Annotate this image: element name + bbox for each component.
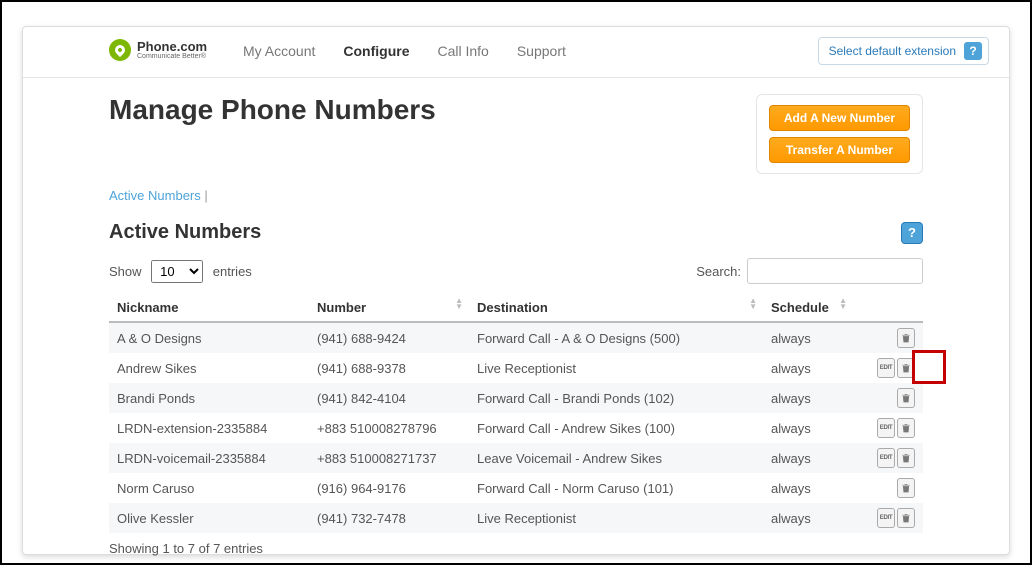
cell-nickname: Norm Caruso (109, 473, 309, 503)
cell-destination: Live Receptionist (469, 353, 763, 383)
brand-logo: Phone.com Communicate Better® (109, 39, 207, 61)
cell-nickname: A & O Designs (109, 322, 309, 353)
cell-schedule: always (763, 443, 853, 473)
col-destination[interactable]: Destination▲▼ (469, 294, 763, 322)
cell-number: +883 510008271737 (309, 443, 469, 473)
default-extension-select[interactable]: Select default extension ? (818, 37, 989, 65)
cell-destination: Forward Call - Norm Caruso (101) (469, 473, 763, 503)
cell-actions (853, 322, 923, 353)
col-number[interactable]: Number▲▼ (309, 294, 469, 322)
col-nickname[interactable]: Nickname (109, 294, 309, 322)
help-icon[interactable]: ? (964, 42, 982, 60)
cell-number: (941) 732-7478 (309, 503, 469, 533)
nav-item[interactable]: Support (517, 43, 566, 59)
cell-number: (941) 842-4104 (309, 383, 469, 413)
table-row: LRDN-extension-2335884+883 510008278796F… (109, 413, 923, 443)
action-panel: Add A New Number Transfer A Number (756, 94, 923, 174)
cell-schedule: always (763, 322, 853, 353)
cell-destination: Forward Call - Andrew Sikes (100) (469, 413, 763, 443)
cell-actions: EDIT (853, 413, 923, 443)
search-label: Search: (696, 264, 741, 279)
table-row: Norm Caruso(916) 964-9176Forward Call - … (109, 473, 923, 503)
entries-select[interactable]: 102550100 (151, 260, 203, 283)
table-row: Andrew Sikes(941) 688-9378Live Reception… (109, 353, 923, 383)
cell-nickname: Brandi Ponds (109, 383, 309, 413)
cell-number: (916) 964-9176 (309, 473, 469, 503)
cell-number: (941) 688-9378 (309, 353, 469, 383)
sort-icon: ▲▼ (839, 298, 847, 310)
add-number-button[interactable]: Add A New Number (769, 105, 910, 131)
cell-actions: EDIT (853, 353, 923, 383)
trash-icon[interactable] (897, 508, 915, 528)
section-title: Active Numbers (109, 221, 261, 244)
entries-control: Show 102550100 entries (109, 260, 252, 283)
edit-icon[interactable]: EDIT (877, 358, 895, 378)
cell-schedule: always (763, 353, 853, 383)
cell-nickname: Olive Kessler (109, 503, 309, 533)
breadcrumb-link[interactable]: Active Numbers (109, 188, 201, 203)
cell-actions (853, 383, 923, 413)
search-input[interactable] (747, 258, 923, 284)
logo-icon (109, 39, 131, 61)
breadcrumb-sep: | (204, 188, 207, 203)
table-row: A & O Designs(941) 688-9424Forward Call … (109, 322, 923, 353)
ext-select-label: Select default extension (829, 44, 956, 58)
trash-icon[interactable] (897, 448, 915, 468)
cell-destination: Forward Call - A & O Designs (500) (469, 322, 763, 353)
table-row: Brandi Ponds(941) 842-4104Forward Call -… (109, 383, 923, 413)
page-title: Manage Phone Numbers (109, 94, 436, 126)
cell-schedule: always (763, 503, 853, 533)
edit-icon[interactable]: EDIT (877, 418, 895, 438)
sort-icon: ▲▼ (749, 298, 757, 310)
cell-destination: Leave Voicemail - Andrew Sikes (469, 443, 763, 473)
edit-icon[interactable]: EDIT (877, 448, 895, 468)
brand-name: Phone.com (137, 40, 207, 53)
nav-item[interactable]: My Account (243, 43, 315, 59)
col-schedule[interactable]: Schedule▲▼ (763, 294, 853, 322)
breadcrumb: Active Numbers | (109, 188, 923, 203)
brand-tagline: Communicate Better® (137, 53, 207, 60)
table-row: LRDN-voicemail-2335884+883 510008271737L… (109, 443, 923, 473)
cell-actions: EDIT (853, 443, 923, 473)
cell-number: (941) 688-9424 (309, 322, 469, 353)
cell-actions: EDIT (853, 503, 923, 533)
nav-item[interactable]: Configure (343, 43, 409, 59)
trash-icon[interactable] (897, 478, 915, 498)
main-nav: My Account Configure Call Info Support (243, 43, 566, 59)
table-row: Olive Kessler(941) 732-7478Live Receptio… (109, 503, 923, 533)
section-help-icon[interactable]: ? (901, 222, 923, 244)
transfer-number-button[interactable]: Transfer A Number (769, 137, 910, 163)
cell-nickname: LRDN-extension-2335884 (109, 413, 309, 443)
trash-icon[interactable] (897, 388, 915, 408)
cell-number: +883 510008278796 (309, 413, 469, 443)
cell-actions (853, 473, 923, 503)
trash-icon[interactable] (897, 418, 915, 438)
cell-destination: Forward Call - Brandi Ponds (102) (469, 383, 763, 413)
numbers-table: Nickname Number▲▼ Destination▲▼ Schedule… (109, 294, 923, 533)
trash-icon[interactable] (897, 328, 915, 348)
cell-nickname: LRDN-voicemail-2335884 (109, 443, 309, 473)
nav-item[interactable]: Call Info (437, 43, 488, 59)
col-actions (853, 294, 923, 322)
edit-icon[interactable]: EDIT (877, 508, 895, 528)
cell-nickname: Andrew Sikes (109, 353, 309, 383)
cell-schedule: always (763, 413, 853, 443)
cell-destination: Live Receptionist (469, 503, 763, 533)
table-info: Showing 1 to 7 of 7 entries (109, 541, 923, 556)
cell-schedule: always (763, 383, 853, 413)
cell-schedule: always (763, 473, 853, 503)
sort-icon: ▲▼ (455, 298, 463, 310)
trash-icon[interactable] (897, 358, 915, 378)
